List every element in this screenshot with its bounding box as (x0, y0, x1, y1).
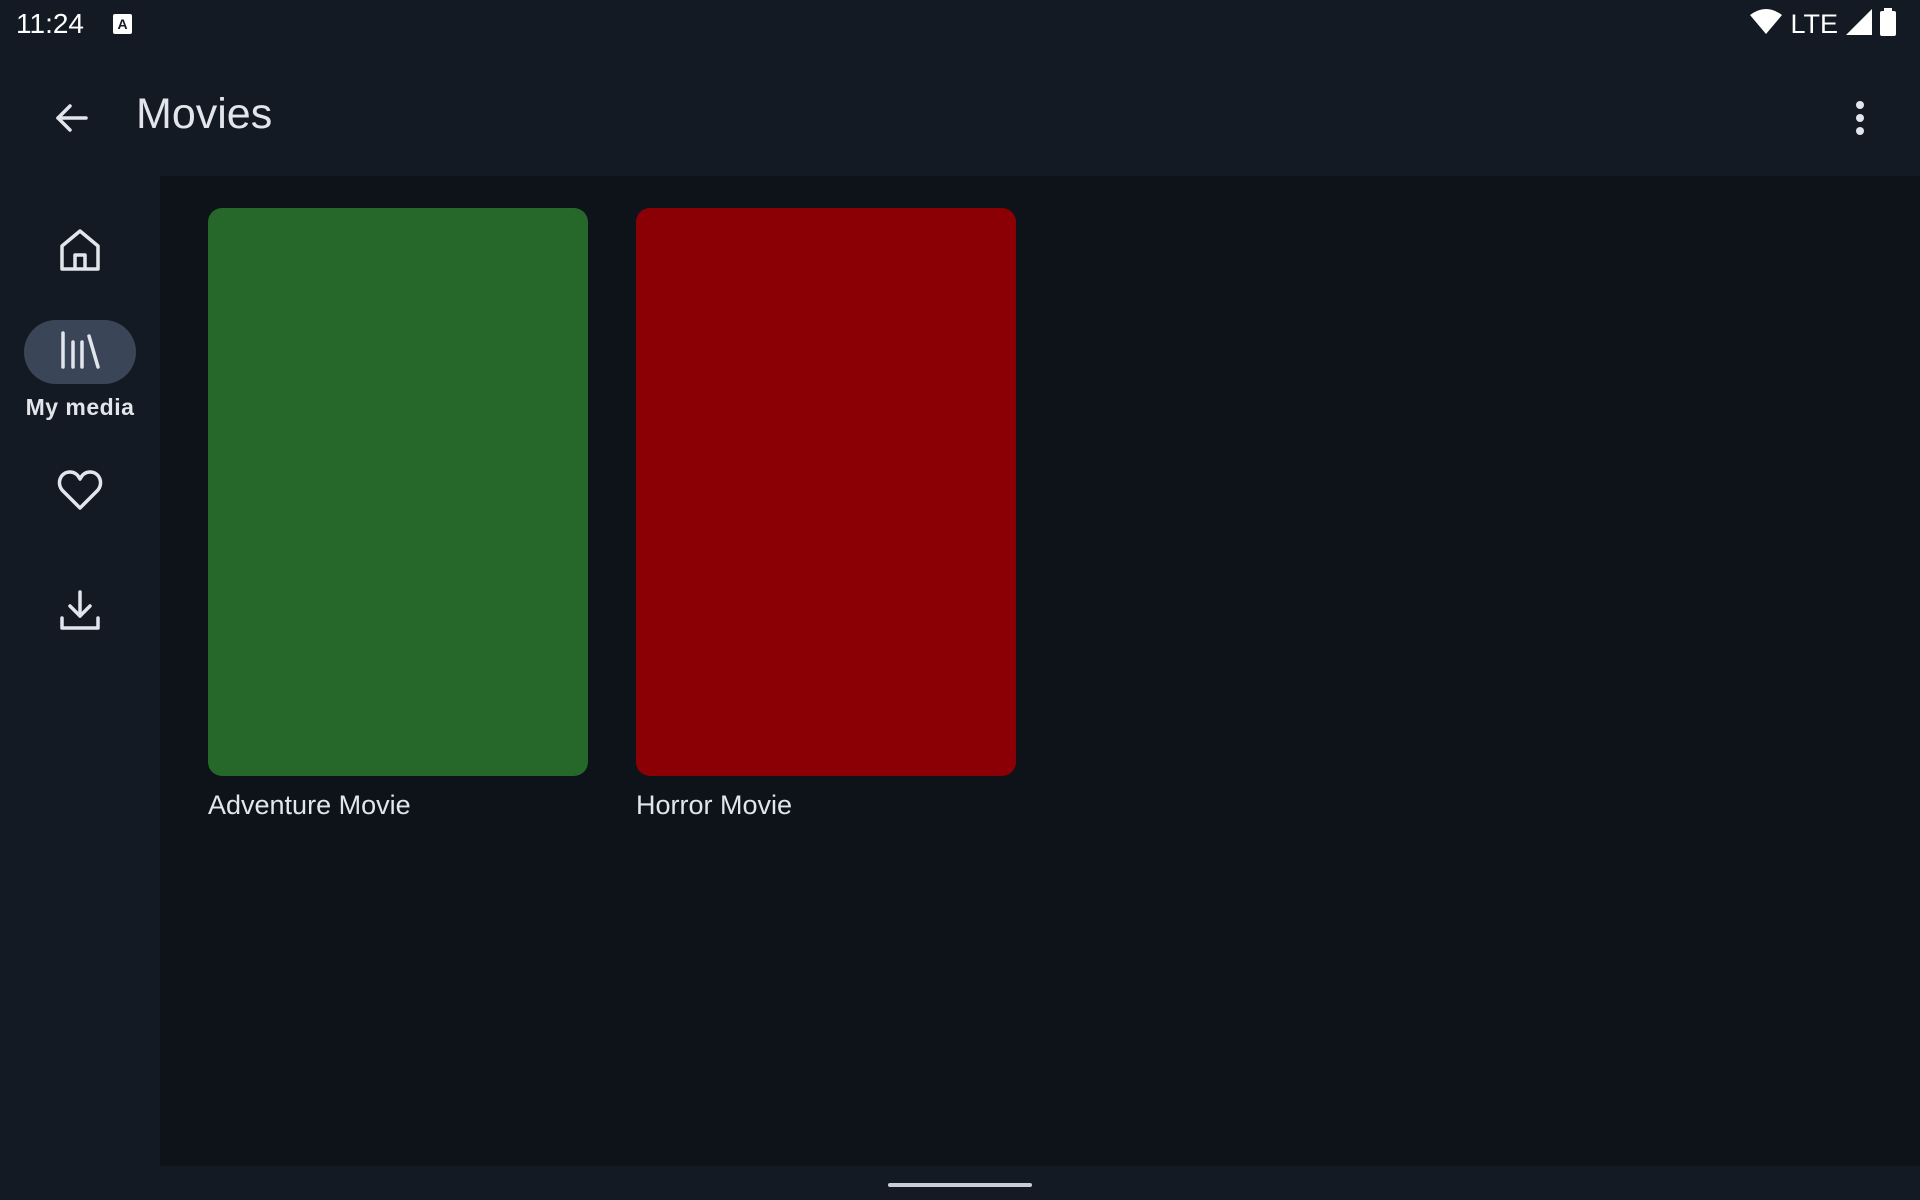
nav-my-media-indicator (24, 320, 136, 384)
network-type: LTE (1790, 8, 1838, 39)
a-badge-icon: A (113, 14, 132, 34)
library-icon (59, 330, 101, 375)
nav-item-downloads[interactable] (0, 580, 160, 644)
media-title: Adventure Movie (208, 790, 411, 820)
wifi-icon (1750, 8, 1783, 40)
battery-icon (1880, 7, 1896, 41)
top-app-bar: Movies (0, 48, 1920, 176)
nav-item-my-media[interactable]: My media (0, 320, 160, 421)
media-title: Horror Movie (636, 790, 793, 820)
status-bar: 11:24 A LTE (0, 0, 1920, 48)
media-grid: Adventure Movie Horror Movie (160, 176, 1920, 1166)
nav-home-indicator (24, 220, 136, 284)
home-icon (57, 227, 103, 278)
nav-item-home[interactable] (0, 220, 160, 284)
download-icon (58, 588, 102, 637)
arrow-left-icon (52, 98, 92, 143)
nav-favorites-indicator (24, 460, 136, 524)
media-card-adventure-movie[interactable]: Adventure Movie (208, 208, 588, 821)
status-right-group: LTE (1750, 7, 1896, 41)
status-time: 11:24 (16, 8, 84, 39)
page-title: Movies (136, 90, 273, 138)
more-options-button[interactable] (1828, 88, 1892, 152)
nav-my-media-label: My media (25, 394, 135, 420)
media-poster (208, 208, 588, 776)
gesture-handle[interactable] (888, 1183, 1032, 1187)
nav-item-favorites[interactable] (0, 460, 160, 524)
more-vert-icon (1854, 100, 1866, 141)
media-card-horror-movie[interactable]: Horror Movie (636, 208, 1016, 821)
media-poster (636, 208, 1016, 776)
navigation-rail: My media (0, 176, 160, 1166)
signal-icon (1846, 8, 1872, 40)
nav-downloads-indicator (24, 580, 136, 644)
heart-icon (57, 469, 103, 516)
back-button[interactable] (40, 88, 104, 152)
